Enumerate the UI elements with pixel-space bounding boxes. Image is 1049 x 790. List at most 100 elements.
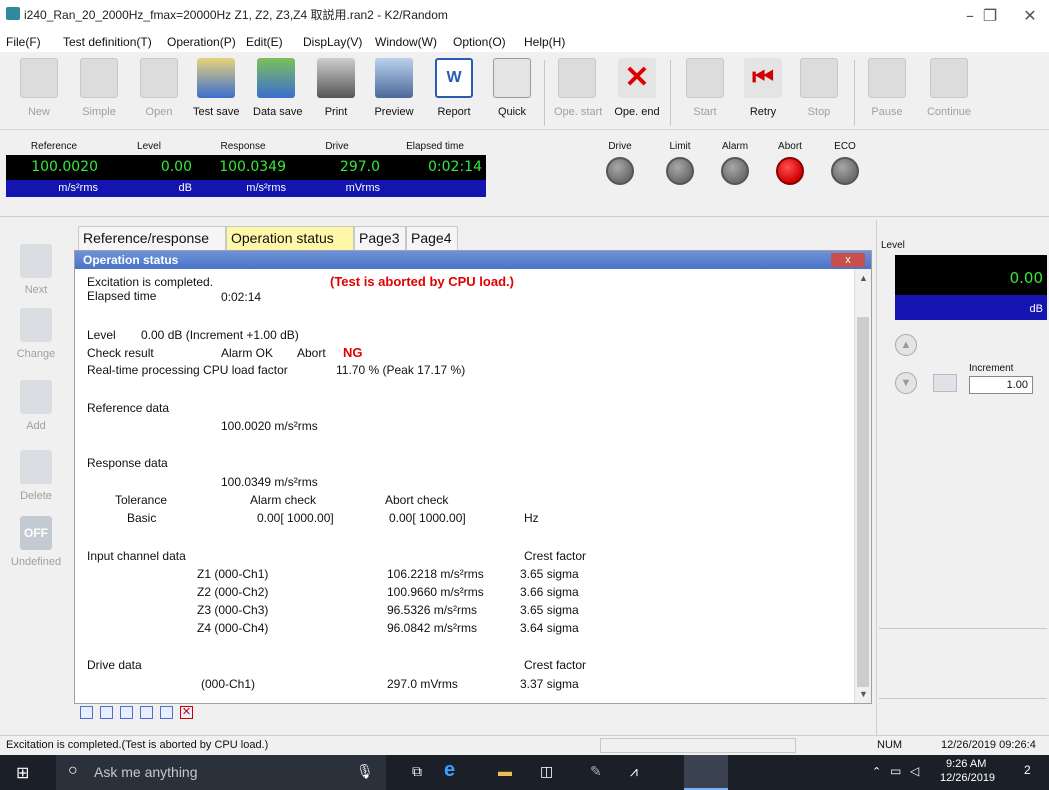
channel-crest: 3.66 sigma	[520, 585, 579, 599]
delete-button[interactable]: Delete	[8, 450, 64, 502]
toolbar-separator	[544, 60, 545, 126]
network-icon[interactable]: ▭	[890, 764, 901, 778]
test-save-button[interactable]: Test save	[193, 58, 239, 126]
drive-lamp-icon	[606, 157, 634, 185]
grid-layout-icon[interactable]	[80, 706, 93, 719]
eco-lamp-icon	[831, 157, 859, 185]
new-button[interactable]: New	[16, 58, 62, 126]
add-window-icon[interactable]	[140, 706, 153, 719]
start-button[interactable]: Start	[682, 58, 728, 126]
tab-page4[interactable]: Page4	[406, 226, 458, 250]
tab-operation-status[interactable]: Operation status	[226, 226, 354, 250]
quick-icon	[493, 58, 531, 98]
edge-browser-icon[interactable]: e	[444, 759, 455, 782]
vertical-scrollbar[interactable]: ▲ ▼	[854, 269, 871, 703]
simple-button[interactable]: Simple	[76, 58, 122, 126]
input-channel-label: Input channel data	[87, 549, 186, 563]
open-button[interactable]: Open	[136, 58, 182, 126]
panel-close-button[interactable]: x	[831, 253, 865, 267]
search-box[interactable]: ○ Ask me anything 🎙	[56, 755, 386, 790]
store-icon[interactable]: ◫	[540, 763, 553, 780]
divider	[879, 628, 1047, 629]
k2-app-taskbar-button[interactable]	[684, 755, 728, 790]
edit-increment-icon[interactable]	[933, 374, 957, 392]
elapsed-unit	[384, 180, 486, 197]
rp-level-value: 0.00	[895, 255, 1047, 295]
menu-operation[interactable]: Operation(P)	[167, 35, 236, 49]
notification-count[interactable]: 2	[1024, 763, 1031, 777]
next-button[interactable]: Next	[8, 244, 64, 296]
file-explorer-icon[interactable]: ▬	[498, 763, 512, 779]
menu-help[interactable]: Help(H)	[524, 35, 565, 49]
toolbar-separator	[854, 60, 855, 126]
windows-taskbar: ⊞ ○ Ask me anything 🎙 ⧉ e ▬ ◫ ✎ ⩘ ⌃ ▭ ◁ …	[0, 755, 1049, 790]
channel-name: Z4 (000-Ch4)	[197, 621, 269, 635]
limit-indicator: Limit	[660, 141, 700, 185]
increment-input[interactable]: 1.00	[969, 376, 1033, 394]
menu-option[interactable]: Option(O)	[453, 35, 506, 49]
scroll-up-icon[interactable]: ▲	[855, 271, 871, 285]
waveform-app-icon[interactable]: ⩘	[630, 763, 638, 780]
clock-date[interactable]: 12/26/2019	[940, 772, 995, 784]
scroll-thumb[interactable]	[857, 317, 869, 687]
preview-icon	[375, 58, 413, 98]
check-result-label: Check result	[87, 346, 154, 360]
menu-test-definition[interactable]: Test definition(T)	[63, 35, 152, 49]
clock-time[interactable]: 9:26 AM	[946, 758, 986, 770]
change-button[interactable]: Change	[8, 308, 64, 360]
paint-icon[interactable]: ✎	[590, 763, 602, 780]
abort-indicator: Abort	[770, 141, 810, 185]
abort-lamp-icon	[776, 157, 804, 185]
pause-button[interactable]: Pause	[864, 58, 910, 126]
print-button[interactable]: Print	[313, 58, 359, 126]
stop-button[interactable]: Stop	[796, 58, 842, 126]
split-horizontal-icon[interactable]	[100, 706, 113, 719]
continue-button[interactable]: Continue	[926, 58, 972, 126]
test-save-icon	[197, 58, 235, 98]
tab-reference-response[interactable]: Reference/response	[78, 226, 226, 250]
close-button[interactable]: ✕	[1010, 4, 1049, 28]
tab-page3[interactable]: Page3	[354, 226, 406, 250]
volume-icon[interactable]: ◁	[910, 764, 919, 778]
split-vertical-icon[interactable]	[120, 706, 133, 719]
drive-data-label: Drive data	[87, 658, 142, 672]
new-icon	[20, 58, 58, 98]
ope-end-button[interactable]: ✕ Ope. end	[614, 58, 660, 126]
readout-bar: Reference 100.0020 m/s²rms Level 0.00 dB…	[0, 131, 1049, 217]
elapsed-time: 0:02:14	[221, 290, 262, 304]
toolbar: New Simple Open Test save Data save Prin…	[0, 52, 1049, 130]
undefined-button[interactable]: OFF Undefined	[8, 516, 64, 568]
level-up-icon[interactable]: ▲	[895, 334, 917, 356]
task-view-icon[interactable]: ⧉	[412, 763, 422, 780]
drive-data-value: 297.0 mVrms	[387, 677, 458, 691]
status-message: Excitation is completed.(Test is aborted…	[6, 739, 269, 751]
alarm-indicator: Alarm	[715, 141, 755, 185]
quick-button[interactable]: Quick	[489, 58, 535, 126]
level-unit: dB	[102, 180, 196, 197]
rp-level-label: Level	[881, 240, 905, 251]
microphone-icon[interactable]: 🎙	[356, 763, 374, 780]
cpu-load-value: 11.70 % (Peak 17.17 %)	[336, 363, 466, 377]
windows-start-icon[interactable]: ⊞	[16, 763, 29, 783]
close-window-icon[interactable]: ✕	[180, 706, 193, 719]
panel-title: Operation status	[75, 251, 871, 269]
ope-start-button[interactable]: Ope. start	[554, 58, 602, 126]
level-down-icon[interactable]: ▼	[895, 372, 917, 394]
retry-button[interactable]: ⏮ Retry	[740, 58, 786, 126]
menu-display[interactable]: DispLay(V)	[303, 35, 362, 49]
remove-window-icon[interactable]	[160, 706, 173, 719]
stop-icon	[800, 58, 838, 98]
menu-edit[interactable]: Edit(E)	[246, 35, 283, 49]
maximize-button[interactable]: ❐	[970, 4, 1010, 28]
left-sidebar: Next Change Add Delete OFF Undefined	[0, 220, 72, 735]
data-save-button[interactable]: Data save	[253, 58, 303, 126]
preview-button[interactable]: Preview	[371, 58, 417, 126]
menu-window[interactable]: Window(W)	[375, 35, 437, 49]
tray-up-icon[interactable]: ⌃	[872, 765, 881, 778]
add-button[interactable]: Add	[8, 380, 64, 432]
report-button[interactable]: W Report	[431, 58, 477, 126]
menu-file[interactable]: File(F)	[6, 35, 41, 49]
data-save-icon	[257, 58, 295, 98]
scroll-down-icon[interactable]: ▼	[855, 687, 871, 701]
hz-unit: Hz	[524, 511, 539, 525]
